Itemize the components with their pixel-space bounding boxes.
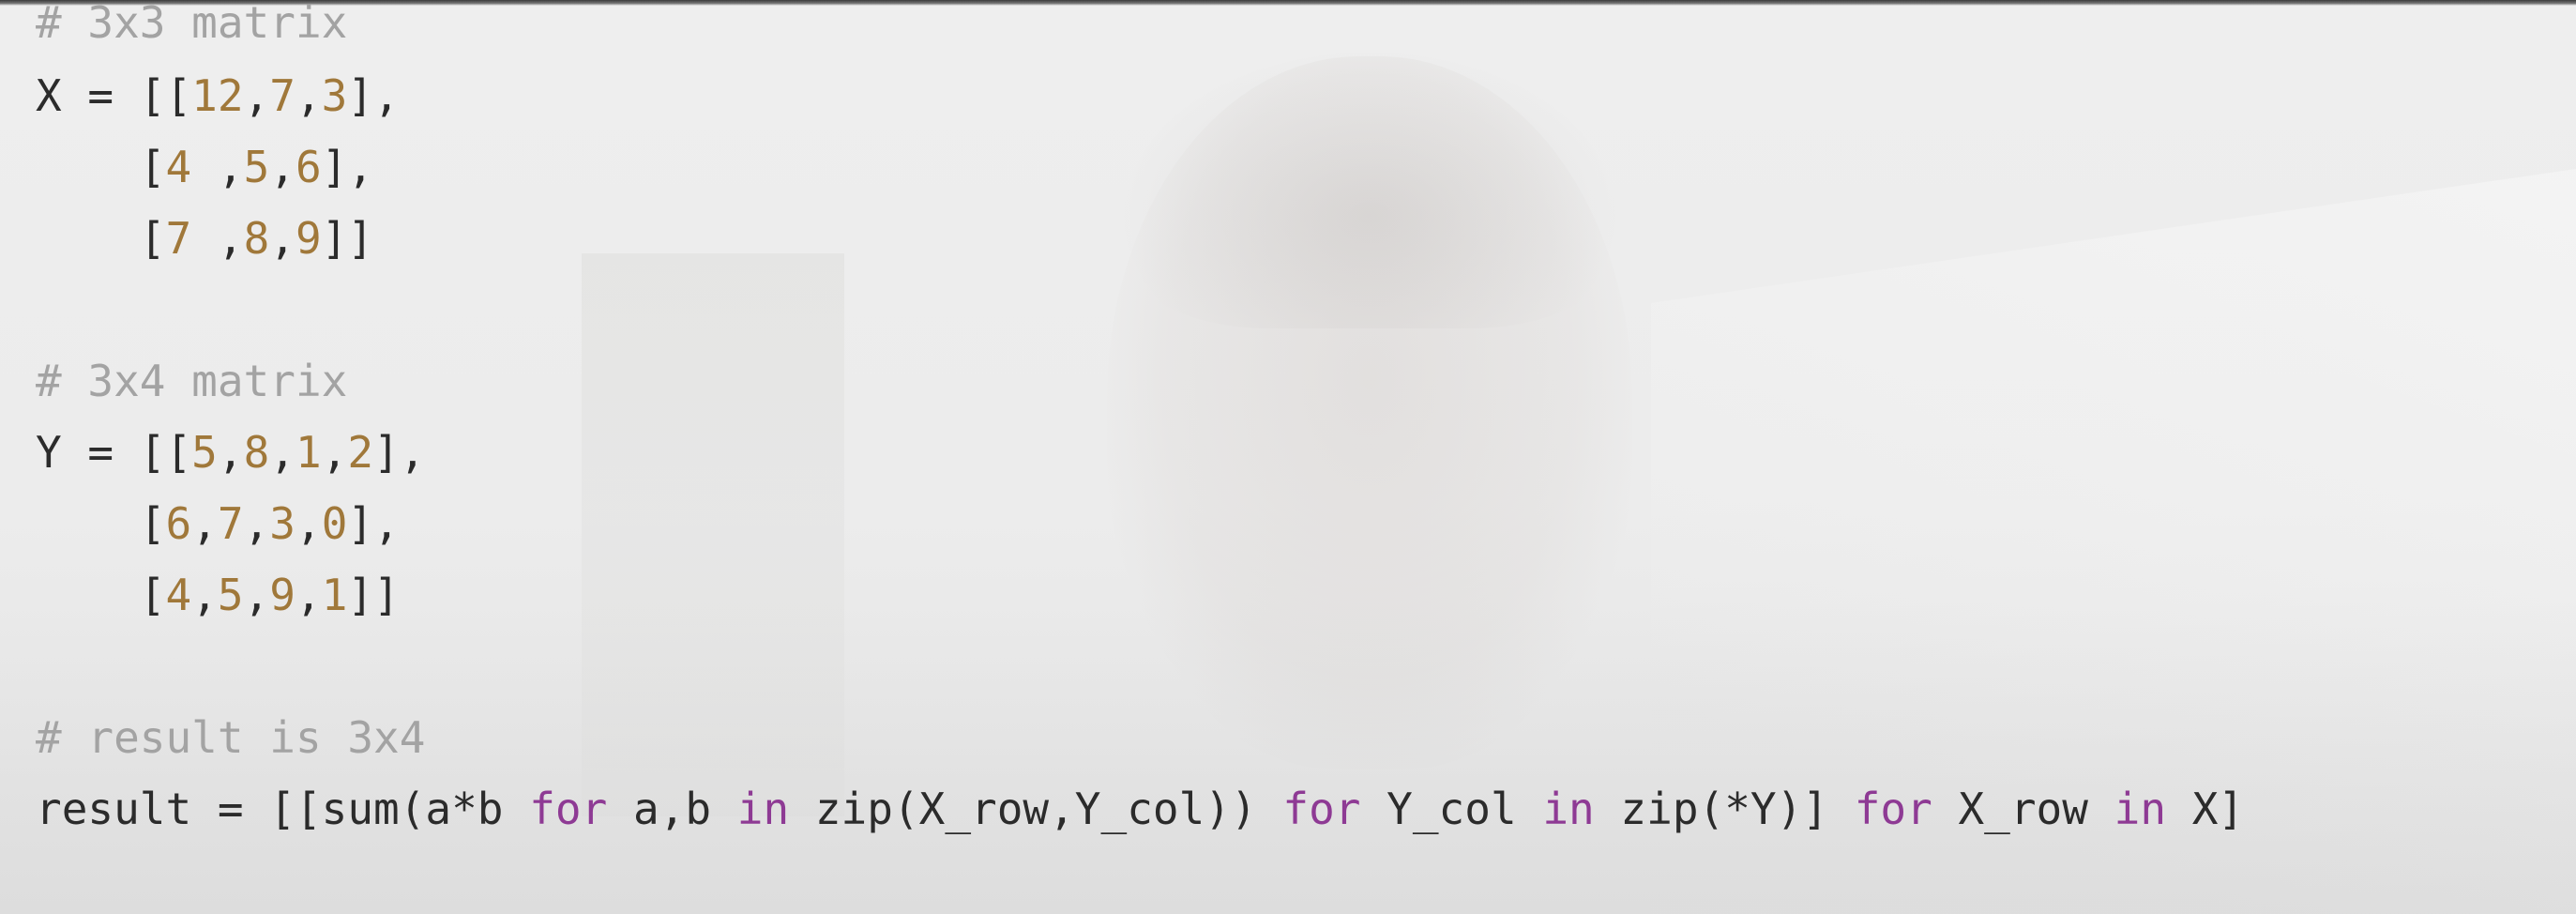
code-keyword: for <box>529 784 608 834</box>
code-line: [6,7,3,0], <box>36 495 400 552</box>
code-text: zip(X_row,Y_col)) <box>789 784 1283 834</box>
code-number: 5 <box>191 427 218 478</box>
code-number: 9 <box>269 570 295 620</box>
code-text: ], <box>347 70 400 121</box>
code-line: Y = [[5,8,1,2], <box>36 424 425 480</box>
code-text: , <box>295 570 322 620</box>
code-text: X_row <box>1932 784 2114 834</box>
code-text: , <box>295 70 322 121</box>
code-number: 5 <box>217 570 244 620</box>
code-number: 7 <box>217 498 244 549</box>
code-text: Y = [[ <box>36 427 192 478</box>
code-text: ], <box>321 142 374 192</box>
code-text: a,b <box>607 784 737 834</box>
code-number: 5 <box>243 142 270 192</box>
code-text: ]] <box>347 570 400 620</box>
code-text: , <box>269 142 295 192</box>
code-text: , <box>243 570 270 620</box>
code-text: [ <box>36 570 166 620</box>
code-keyword: for <box>1854 784 1932 834</box>
code-text: , <box>269 213 295 264</box>
code-text: , <box>243 70 270 121</box>
code-number: 1 <box>295 427 322 478</box>
webcam-presenter-hair-overlay <box>1116 47 1623 328</box>
code-text: , <box>191 142 244 192</box>
code-text: , <box>191 498 218 549</box>
code-text: X] <box>2166 784 2245 834</box>
code-text: , <box>321 427 348 478</box>
code-comment-line: # result is 3x4 <box>36 709 425 766</box>
code-text: , <box>217 427 244 478</box>
code-text: [ <box>36 213 166 264</box>
code-text: zip(*Y)] <box>1594 784 1855 834</box>
code-text: , <box>191 213 244 264</box>
code-number: 7 <box>269 70 295 121</box>
code-text: , <box>295 498 322 549</box>
code-comment: # result is 3x4 <box>36 712 426 763</box>
code-text: X = [[ <box>36 70 192 121</box>
code-number: 4 <box>165 142 192 192</box>
code-text: ], <box>347 498 400 549</box>
code-text: ]] <box>321 213 374 264</box>
code-number: 3 <box>269 498 295 549</box>
webcam-presenter-overlay <box>1107 56 1632 769</box>
code-number: 0 <box>321 498 348 549</box>
code-comment-line: # 3x4 matrix <box>36 353 347 409</box>
code-text: , <box>269 427 295 478</box>
code-line: [7 ,8,9]] <box>36 210 373 267</box>
code-text: [ <box>36 498 166 549</box>
code-number: 2 <box>347 427 374 478</box>
frame-top-edge <box>0 0 2576 6</box>
code-number: 6 <box>165 498 192 549</box>
code-comment: # 3x4 matrix <box>36 356 348 406</box>
code-line: [4 ,5,6], <box>36 139 373 195</box>
code-line: result = [[sum(a*b for a,b in zip(X_row,… <box>36 781 2244 837</box>
code-line: X = [[12,7,3], <box>36 68 400 124</box>
code-number: 3 <box>321 70 348 121</box>
code-number: 6 <box>295 142 322 192</box>
code-number: 1 <box>321 570 348 620</box>
code-number: 7 <box>165 213 192 264</box>
code-text: result = [[sum(a*b <box>36 784 530 834</box>
code-text: Y_col <box>1360 784 1543 834</box>
code-keyword: in <box>2114 784 2167 834</box>
code-number: 9 <box>295 213 322 264</box>
code-keyword: in <box>736 784 790 834</box>
code-number: 12 <box>191 70 244 121</box>
code-text: ], <box>373 427 426 478</box>
code-keyword: in <box>1542 784 1595 834</box>
code-comment-line: # 3x3 matrix <box>36 0 347 51</box>
code-line: [4,5,9,1]] <box>36 567 400 623</box>
code-comment: # 3x3 matrix <box>36 0 348 48</box>
code-keyword: for <box>1282 784 1361 834</box>
video-frame: # 3x3 matrix X = [[12,7,3], [4 ,5,6], [7 … <box>0 0 2576 914</box>
code-number: 8 <box>243 427 270 478</box>
code-number: 8 <box>243 213 270 264</box>
code-text: [ <box>36 142 166 192</box>
code-text: , <box>191 570 218 620</box>
code-number: 4 <box>165 570 192 620</box>
background-shelf-overlay <box>582 253 844 816</box>
code-text: , <box>243 498 270 549</box>
